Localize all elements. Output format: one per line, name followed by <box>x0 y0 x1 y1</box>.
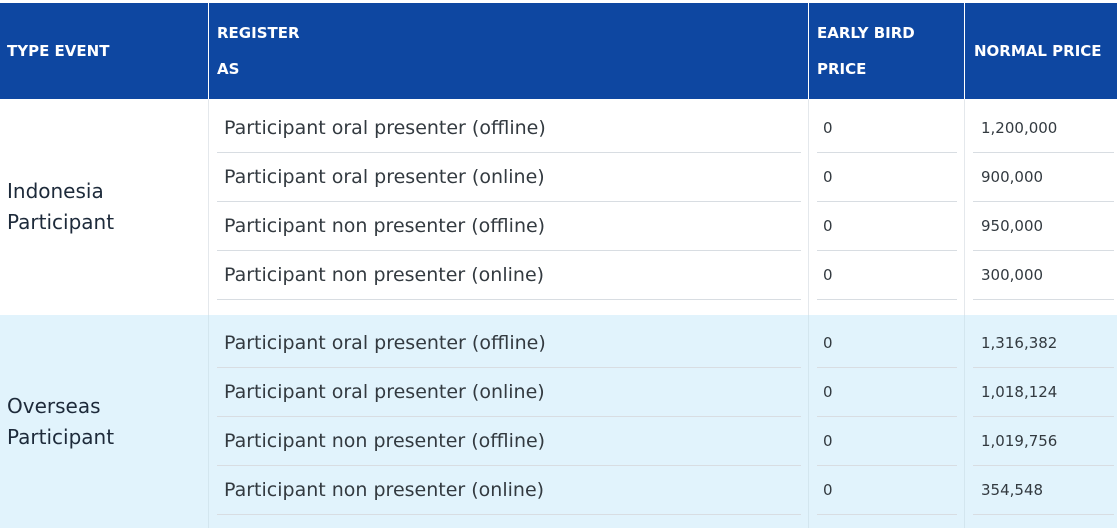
header-normal-price: NORMAL PRICE <box>974 42 1102 60</box>
normal-price-cell: 1,316,382 <box>973 319 1114 368</box>
normal-price-cell: 300,000 <box>973 251 1114 300</box>
group-indonesia: Indonesia Participant Participant oral p… <box>0 99 1117 315</box>
early-bird-cell: 0 <box>817 466 957 515</box>
pricing-table: TYPE EVENT REGISTER AS EARLY BIRD PRICE … <box>0 3 1117 528</box>
normal-price-cell: 1,018,124 <box>973 368 1114 417</box>
normal-price-cell: 950,000 <box>973 202 1114 251</box>
early-bird-cell: 0 <box>817 417 957 466</box>
early-bird-cell: 0 <box>817 368 957 417</box>
header-register-as: REGISTER AS <box>217 24 300 78</box>
table-row: Participant oral presenter (offline) 0 1… <box>0 319 1117 368</box>
table-row: Participant non presenter (online) 0 300… <box>0 251 1117 300</box>
early-bird-cell: 0 <box>817 319 957 368</box>
normal-price-cell: 354,548 <box>973 466 1114 515</box>
register-as-cell: Participant oral presenter (offline) <box>217 319 801 368</box>
table-row: Participant oral presenter (offline) 0 1… <box>0 104 1117 153</box>
header-early-bird-price: EARLY BIRD PRICE <box>817 24 915 78</box>
normal-price-cell: 1,200,000 <box>973 104 1114 153</box>
group-overseas: Overseas Participant Participant oral pr… <box>0 315 1117 528</box>
header-type-event: TYPE EVENT <box>7 42 110 60</box>
table-row: Participant oral presenter (online) 0 90… <box>0 153 1117 202</box>
table-row: Participant non presenter (offline) 0 95… <box>0 202 1117 251</box>
table-row: Participant non presenter (online) 0 354… <box>0 466 1117 515</box>
register-as-cell: Participant non presenter (offline) <box>217 417 801 466</box>
header-divider <box>208 3 209 99</box>
register-as-cell: Participant non presenter (offline) <box>217 202 801 251</box>
table-header: TYPE EVENT REGISTER AS EARLY BIRD PRICE … <box>0 3 1117 99</box>
normal-price-cell: 900,000 <box>973 153 1114 202</box>
early-bird-cell: 0 <box>817 104 957 153</box>
register-as-cell: Participant oral presenter (online) <box>217 153 801 202</box>
register-as-cell: Participant non presenter (online) <box>217 466 801 515</box>
early-bird-cell: 0 <box>817 251 957 300</box>
header-divider <box>964 3 965 99</box>
early-bird-cell: 0 <box>817 153 957 202</box>
table-row: Participant non presenter (offline) 0 1,… <box>0 417 1117 466</box>
table-row: Participant oral presenter (online) 0 1,… <box>0 368 1117 417</box>
header-divider <box>808 3 809 99</box>
register-as-cell: Participant non presenter (online) <box>217 251 801 300</box>
early-bird-cell: 0 <box>817 202 957 251</box>
normal-price-cell: 1,019,756 <box>973 417 1114 466</box>
register-as-cell: Participant oral presenter (offline) <box>217 104 801 153</box>
register-as-cell: Participant oral presenter (online) <box>217 368 801 417</box>
